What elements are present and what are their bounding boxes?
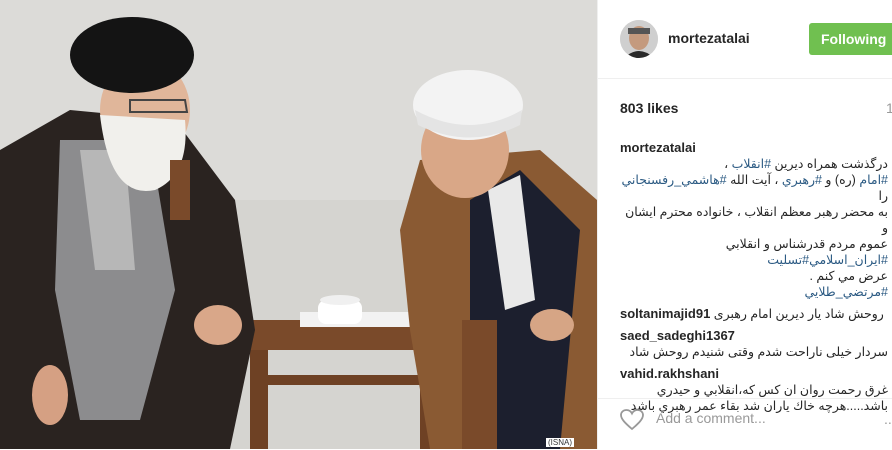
hashtag-link[interactable]: #تسليت — [767, 253, 809, 267]
comment-item: soltanimajid91 روحش شاد یار دیرین امام ر… — [620, 306, 888, 322]
add-comment-input[interactable]: Add a comment... — [656, 410, 766, 426]
photo-watermark: (ISNA) — [546, 438, 574, 447]
more-options-button[interactable]: ... — [884, 411, 892, 427]
hashtag-link[interactable]: #رهبري — [782, 173, 822, 187]
post-header: mortezatalai Following — [598, 0, 892, 79]
caption-text: (ره) و — [821, 173, 860, 187]
hashtag-link[interactable]: #انقلاب — [732, 157, 771, 171]
following-button[interactable]: Following — [809, 23, 892, 55]
hashtag-link[interactable]: #ايران_اسلامي — [809, 253, 888, 267]
post-side-panel: mortezatalai Following 803 likes 1 morte… — [597, 0, 892, 449]
post-footer: Add a comment... ... — [598, 398, 892, 450]
photo-illustration — [0, 0, 597, 449]
comment-text: روحش شاد یار دیرین امام رهبری — [713, 307, 884, 321]
caption-line: درگذشت همراه ديرين #انقلاب ، — [620, 156, 888, 172]
heart-icon[interactable] — [620, 409, 644, 431]
caption-text: را — [878, 189, 888, 203]
comment-text: سردار خیلی ناراحت شدم وقتی شنیدم روحش شا… — [629, 345, 889, 359]
likes-count[interactable]: 803 likes — [620, 100, 678, 116]
caption-text: عموم مردم قدرشناس و انقلابي — [725, 237, 888, 251]
caption-text: ، — [724, 157, 732, 171]
caption-line: #امام (ره) و #رهبري ، آيت الله #هاشمي_رف… — [620, 172, 888, 204]
avatar[interactable] — [620, 20, 658, 58]
comment-item: saed_sadeghi1367 سردار خیلی ناراحت شدم و… — [620, 328, 888, 360]
caption-text: ، آيت الله — [726, 173, 782, 187]
hashtag-link[interactable]: #مرتضي_طلايي — [804, 285, 888, 299]
caption-line: #مرتضي_طلايي — [620, 284, 888, 300]
caption-line: عرض مي كنم . — [809, 269, 888, 283]
caption-line: عموم مردم قدرشناس و انقلابي #ايران_اسلام… — [620, 236, 888, 268]
caption-text: درگذشت همراه ديرين — [771, 157, 889, 171]
comments-section: mortezatalai درگذشت همراه ديرين #انقلاب … — [620, 140, 888, 420]
comment-username[interactable]: saed_sadeghi1367 — [620, 328, 888, 344]
post-time[interactable]: 1 — [886, 100, 892, 116]
avatar-image — [620, 20, 658, 58]
post-photo[interactable]: (ISNA) — [0, 0, 597, 449]
hashtag-link[interactable]: #هاشمي_رفسنجاني — [621, 173, 726, 187]
caption-username[interactable]: mortezatalai — [620, 140, 888, 156]
caption: mortezatalai درگذشت همراه ديرين #انقلاب … — [620, 140, 888, 300]
post-username[interactable]: mortezatalai — [668, 30, 750, 46]
comment-username[interactable]: vahid.rakhshani — [620, 366, 888, 382]
comment-username[interactable]: soltanimajid91 — [620, 306, 710, 321]
caption-line: به محضر رهبر معظم انقلاب ، خانواده محترم… — [625, 205, 888, 235]
hashtag-link[interactable]: #امام — [859, 173, 888, 187]
